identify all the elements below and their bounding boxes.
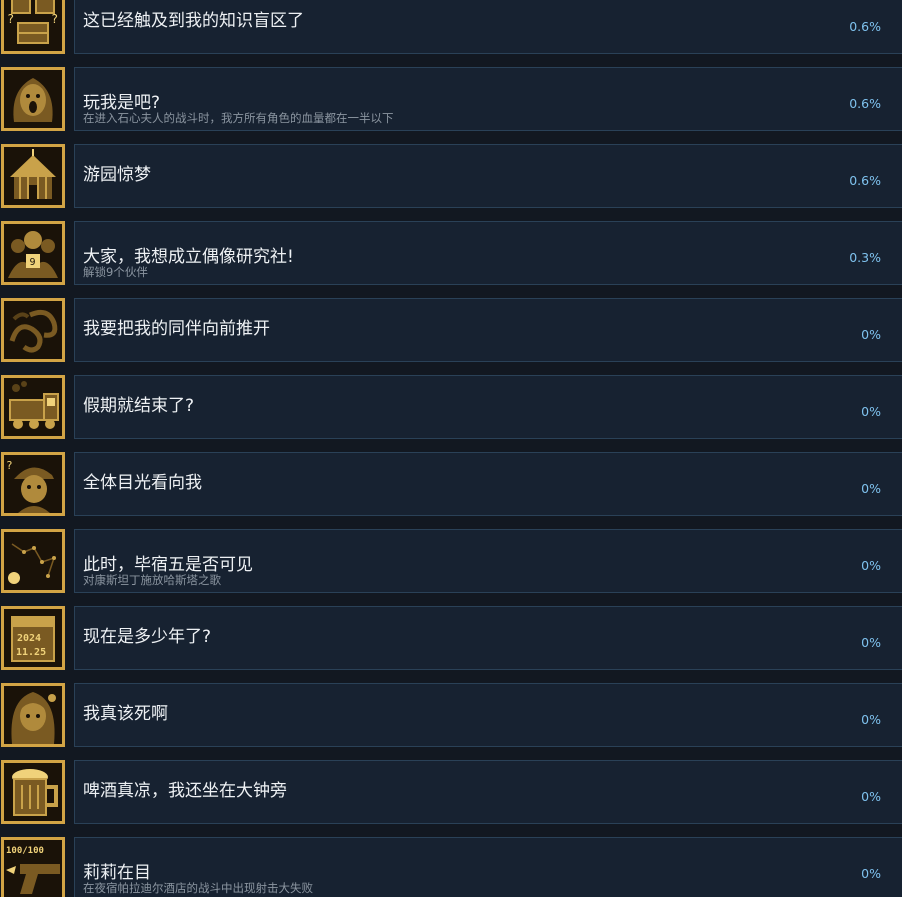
beer-mug-icon xyxy=(1,760,65,824)
achievement-title: 这已经触及到我的知识盲区了 xyxy=(83,11,304,31)
unlock-percentage: 0% xyxy=(861,558,881,573)
achievement-row: 我真该死啊 0% xyxy=(0,683,902,750)
svg-text:?: ? xyxy=(6,459,13,472)
unlock-percentage: 0% xyxy=(861,635,881,650)
achievement-row: ? ? 这已经触及到我的知识盲区了 0.6% xyxy=(0,0,902,57)
achievement-card: 玩我是吧? 在进入石心夫人的战斗时，我方所有角色的血量都在一半以下 0.6% xyxy=(74,67,902,131)
achievement-card: 现在是多少年了? 0% xyxy=(74,606,902,670)
achievement-row: 2024 11.25 现在是多少年了? 0% xyxy=(0,606,902,673)
achievement-row: ? 全体目光看向我 0% xyxy=(0,452,902,519)
achievement-card: 大家，我想成立偶像研究社! 解锁9个伙伴 0.3% xyxy=(74,221,902,285)
constellation-icon xyxy=(1,529,65,593)
svg-text:11.25: 11.25 xyxy=(16,647,46,658)
achievement-title: 全体目光看向我 xyxy=(83,473,202,493)
crates-question-icon: ? ? xyxy=(1,0,65,54)
achievement-description: 在进入石心夫人的战斗时，我方所有角色的血量都在一半以下 xyxy=(83,111,394,125)
train-icon xyxy=(1,375,65,439)
achievement-card: 假期就结束了? 0% xyxy=(74,375,902,439)
svg-text:?: ? xyxy=(51,12,58,26)
svg-text:?: ? xyxy=(7,12,14,26)
achievement-card: 这已经触及到我的知识盲区了 0.6% xyxy=(74,0,902,54)
achievement-row: 100/100 莉莉在目 在夜宿帕拉迪尔酒店的战斗中出现射击大失败 0% xyxy=(0,837,902,897)
unlock-percentage: 0% xyxy=(861,404,881,419)
unlock-percentage: 0.6% xyxy=(849,173,881,188)
achievement-description: 在夜宿帕拉迪尔酒店的战斗中出现射击大失败 xyxy=(83,881,313,895)
achievement-card: 我真该死啊 0% xyxy=(74,683,902,747)
achievement-row: 我要把我的同伴向前推开 0% xyxy=(0,298,902,365)
achievement-card: 莉莉在目 在夜宿帕拉迪尔酒店的战斗中出现射击大失败 0% xyxy=(74,837,902,897)
achievement-card: 我要把我的同伴向前推开 0% xyxy=(74,298,902,362)
unlock-percentage: 0% xyxy=(861,327,881,342)
achievement-title: 我真该死啊 xyxy=(83,704,168,724)
swirling-smoke-icon xyxy=(1,298,65,362)
achievement-title: 游园惊梦 xyxy=(83,165,151,185)
achievement-title: 假期就结束了? xyxy=(83,396,195,416)
revolver-icon: 100/100 xyxy=(1,837,65,897)
achievement-card: 此时，毕宿五是否可见 对康斯坦丁施放哈斯塔之歌 0% xyxy=(74,529,902,593)
achievement-list: ? ? 这已经触及到我的知识盲区了 0.6% 玩我是吧? 在进入石心夫人的战斗时，我方… xyxy=(0,0,902,897)
svg-text:2024: 2024 xyxy=(17,633,41,644)
achievement-row: 9 大家，我想成立偶像研究社! 解锁9个伙伴 0.3% xyxy=(0,221,902,288)
circus-tent-icon xyxy=(1,144,65,208)
achievement-row: 玩我是吧? 在进入石心夫人的战斗时，我方所有角色的血量都在一半以下 0.6% xyxy=(0,67,902,134)
unlock-percentage: 0.3% xyxy=(849,250,881,265)
achievement-row: 游园惊梦 0.6% xyxy=(0,144,902,211)
unlock-percentage: 0% xyxy=(861,481,881,496)
cap-boy-question-icon: ? xyxy=(1,452,65,516)
girl-portrait-icon xyxy=(1,683,65,747)
achievement-row: 此时，毕宿五是否可见 对康斯坦丁施放哈斯塔之歌 0% xyxy=(0,529,902,596)
unlock-percentage: 0.6% xyxy=(849,19,881,34)
achievement-card: 啤酒真凉，我还坐在大钟旁 0% xyxy=(74,760,902,824)
achievement-title: 现在是多少年了? xyxy=(83,627,212,647)
screaming-girl-icon xyxy=(1,67,65,131)
achievement-card: 游园惊梦 0.6% xyxy=(74,144,902,208)
achievement-card: 全体目光看向我 0% xyxy=(74,452,902,516)
achievement-title: 啤酒真凉，我还坐在大钟旁 xyxy=(83,781,287,801)
unlock-percentage: 0.6% xyxy=(849,96,881,111)
svg-text:100/100: 100/100 xyxy=(6,846,44,856)
achievement-description: 解锁9个伙伴 xyxy=(83,265,148,279)
svg-text:9: 9 xyxy=(30,257,36,268)
achievement-title: 我要把我的同伴向前推开 xyxy=(83,319,270,339)
achievement-row: 啤酒真凉，我还坐在大钟旁 0% xyxy=(0,760,902,827)
unlock-percentage: 0% xyxy=(861,789,881,804)
idol-group-icon: 9 xyxy=(1,221,65,285)
unlock-percentage: 0% xyxy=(861,866,881,881)
achievement-row: 假期就结束了? 0% xyxy=(0,375,902,442)
achievement-description: 对康斯坦丁施放哈斯塔之歌 xyxy=(83,573,221,587)
calendar-icon: 2024 11.25 xyxy=(1,606,65,670)
unlock-percentage: 0% xyxy=(861,712,881,727)
